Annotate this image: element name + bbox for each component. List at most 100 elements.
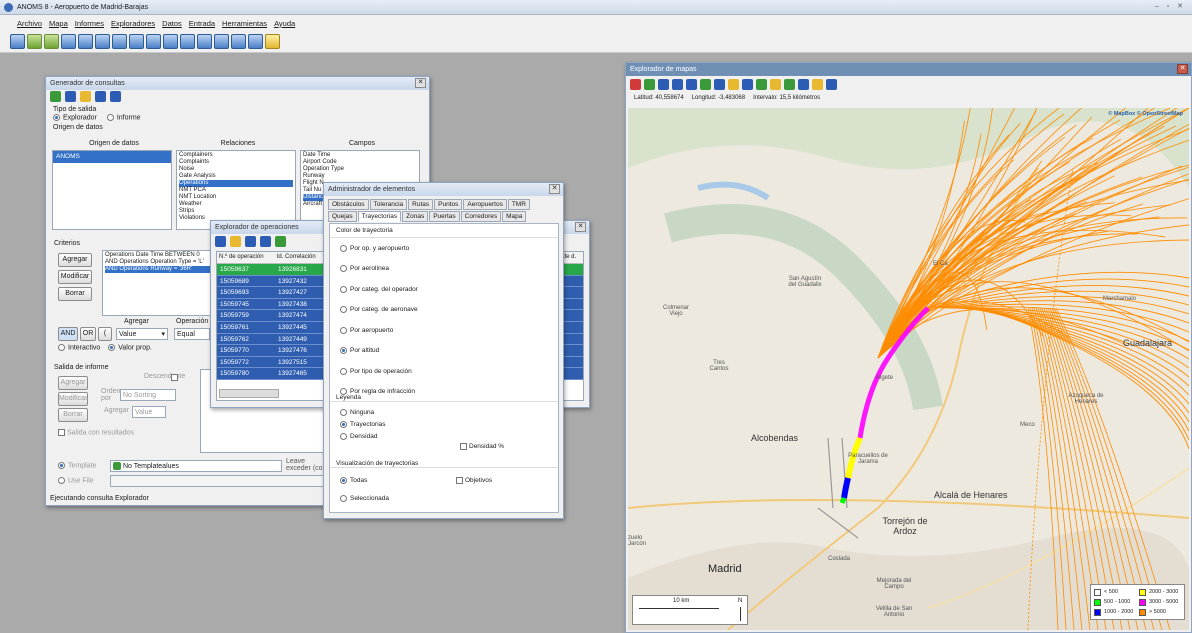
toolbar-save-icon[interactable] <box>10 34 25 49</box>
toolbar-weather-icon[interactable] <box>180 34 195 49</box>
toolbar-list-icon[interactable] <box>129 34 144 49</box>
trajectory-color-radio[interactable] <box>340 347 347 355</box>
menu-informes[interactable]: Informes <box>75 19 104 28</box>
measure-icon[interactable] <box>700 79 711 90</box>
trajectory-color-radio[interactable] <box>340 306 347 314</box>
visualization-radio[interactable] <box>340 476 347 484</box>
toolbar-table-icon[interactable] <box>78 34 93 49</box>
close-icon[interactable]: ✕ <box>549 184 560 194</box>
trajectory-color-option[interactable]: Por categ. del operador <box>330 279 558 300</box>
list-item[interactable]: Weather <box>179 201 293 208</box>
tab-tmr[interactable]: TMR <box>507 199 530 210</box>
paren-button[interactable]: ( <box>98 327 112 341</box>
map-icon[interactable] <box>275 236 286 247</box>
menu-herramientas[interactable]: Herramientas <box>222 19 267 28</box>
tab-mapa[interactable]: Mapa <box>502 211 527 222</box>
menu-entrada[interactable]: Entrada <box>189 19 215 28</box>
tab-aeropuertos[interactable]: Aeropuertos <box>463 199 507 210</box>
toolbar-noise-icon[interactable] <box>163 34 178 49</box>
menu-datos[interactable]: Datos <box>162 19 182 28</box>
and-button[interactable]: AND <box>58 327 78 341</box>
objectives-checkbox[interactable] <box>456 477 463 484</box>
toolbar-ops-icon[interactable] <box>146 34 161 49</box>
list-item[interactable]: Runway <box>303 173 417 180</box>
legend-radio[interactable] <box>340 408 347 416</box>
close-icon[interactable]: ✕ <box>1177 64 1188 74</box>
list-item[interactable]: NMT Location <box>179 194 293 201</box>
export-icon[interactable] <box>826 79 837 90</box>
tab-zonas[interactable]: Zonas <box>402 211 429 222</box>
toolbar-query-icon[interactable] <box>214 34 229 49</box>
template-radio[interactable] <box>58 462 65 469</box>
list-item[interactable]: Gate Analysis <box>179 173 293 180</box>
list-item[interactable]: Airport Code <box>303 159 417 166</box>
toolbar-print-icon[interactable] <box>248 34 263 49</box>
delete-query-icon[interactable] <box>110 91 121 102</box>
delete-report-button[interactable]: Borrar <box>58 408 88 422</box>
print-icon[interactable] <box>686 79 697 90</box>
menu-archivo[interactable]: Archivo <box>17 19 42 28</box>
template-select[interactable]: No Templatealues <box>110 460 282 472</box>
play-icon[interactable] <box>756 79 767 90</box>
legend-option[interactable]: Trayectorias <box>330 418 558 430</box>
save-icon[interactable] <box>215 236 226 247</box>
horizontal-scrollbar[interactable] <box>219 389 279 398</box>
modify-criteria-button[interactable]: Modificar <box>58 270 92 284</box>
use-file-radio[interactable] <box>58 477 65 484</box>
window-controls[interactable]: – ▫ ✕ <box>1155 2 1186 10</box>
visualization-option[interactable]: Todas <box>330 471 558 489</box>
pin-icon[interactable] <box>630 79 641 90</box>
ruler-icon[interactable] <box>714 79 725 90</box>
folder-icon[interactable] <box>230 236 241 247</box>
trajectory-color-option[interactable]: Por aeropuerto <box>330 320 558 341</box>
tab-puntos[interactable]: Puntos <box>434 199 463 210</box>
trajectory-color-option[interactable]: Por aerolínea <box>330 259 558 280</box>
toolbar-grid-icon[interactable] <box>61 34 76 49</box>
menu-exploradores[interactable]: Exploradores <box>111 19 155 28</box>
grid-icon[interactable] <box>798 79 809 90</box>
add-criteria-button[interactable]: Agregar <box>58 253 92 267</box>
menu-ayuda[interactable]: Ayuda <box>274 19 295 28</box>
tab-rutas[interactable]: Rutas <box>408 199 434 210</box>
close-icon[interactable]: ✕ <box>575 222 586 232</box>
copy-icon[interactable] <box>245 236 256 247</box>
trajectory-color-option[interactable]: Por op. y aeropuerto <box>330 238 558 259</box>
globe-icon[interactable] <box>784 79 795 90</box>
save-query-icon[interactable] <box>65 91 76 102</box>
map-canvas[interactable]: © MapBox © OpenStreetMap Madrid Alcobend… <box>628 108 1189 630</box>
trajectory-color-option[interactable]: Por altitud <box>330 341 558 362</box>
zoom-icon[interactable] <box>658 79 669 90</box>
relations-list[interactable]: Complainers Complaints Noise Gate Analys… <box>176 150 296 230</box>
noise-icon[interactable] <box>728 79 739 90</box>
legend-radio[interactable] <box>340 420 347 428</box>
list-item[interactable]: ANOMS <box>53 151 171 163</box>
list-item[interactable]: Noise <box>179 166 293 173</box>
tab-tolerancia[interactable]: Tolerancia <box>369 199 408 210</box>
settings-icon[interactable] <box>770 79 781 90</box>
toolbar-refresh-icon[interactable] <box>44 34 59 49</box>
trajectory-color-option[interactable]: Por categ. de aeronave <box>330 300 558 321</box>
trajectory-color-option[interactable]: Por tipo de operación <box>330 361 558 382</box>
toolbar-report-icon[interactable] <box>197 34 212 49</box>
close-icon[interactable]: ✕ <box>415 78 426 88</box>
tab-quejas[interactable]: Quejas <box>328 211 357 222</box>
density-pct-checkbox[interactable] <box>460 443 467 450</box>
trajectory-color-radio[interactable] <box>340 326 347 334</box>
list-item[interactable]: Operations <box>179 180 293 187</box>
group-select-2[interactable]: Value <box>132 406 166 418</box>
trajectory-color-radio[interactable] <box>340 265 347 273</box>
flight-icon[interactable] <box>742 79 753 90</box>
or-button[interactable]: OR <box>80 327 96 341</box>
run-query-icon[interactable] <box>50 91 61 102</box>
legend-radio[interactable] <box>340 432 347 440</box>
list-item[interactable]: NMT PCA <box>179 187 293 194</box>
list-item[interactable]: Complaints <box>179 159 293 166</box>
visualization-radio[interactable] <box>340 494 347 502</box>
toolbar-chart-icon[interactable] <box>112 34 127 49</box>
print-icon[interactable] <box>260 236 271 247</box>
toolbar-explorer-icon[interactable] <box>95 34 110 49</box>
tab-puertas[interactable]: Puertas <box>429 211 460 222</box>
trajectory-color-radio[interactable] <box>340 285 347 293</box>
explorer-radio[interactable] <box>53 114 60 121</box>
origin-list[interactable]: ANOMS <box>52 150 172 230</box>
